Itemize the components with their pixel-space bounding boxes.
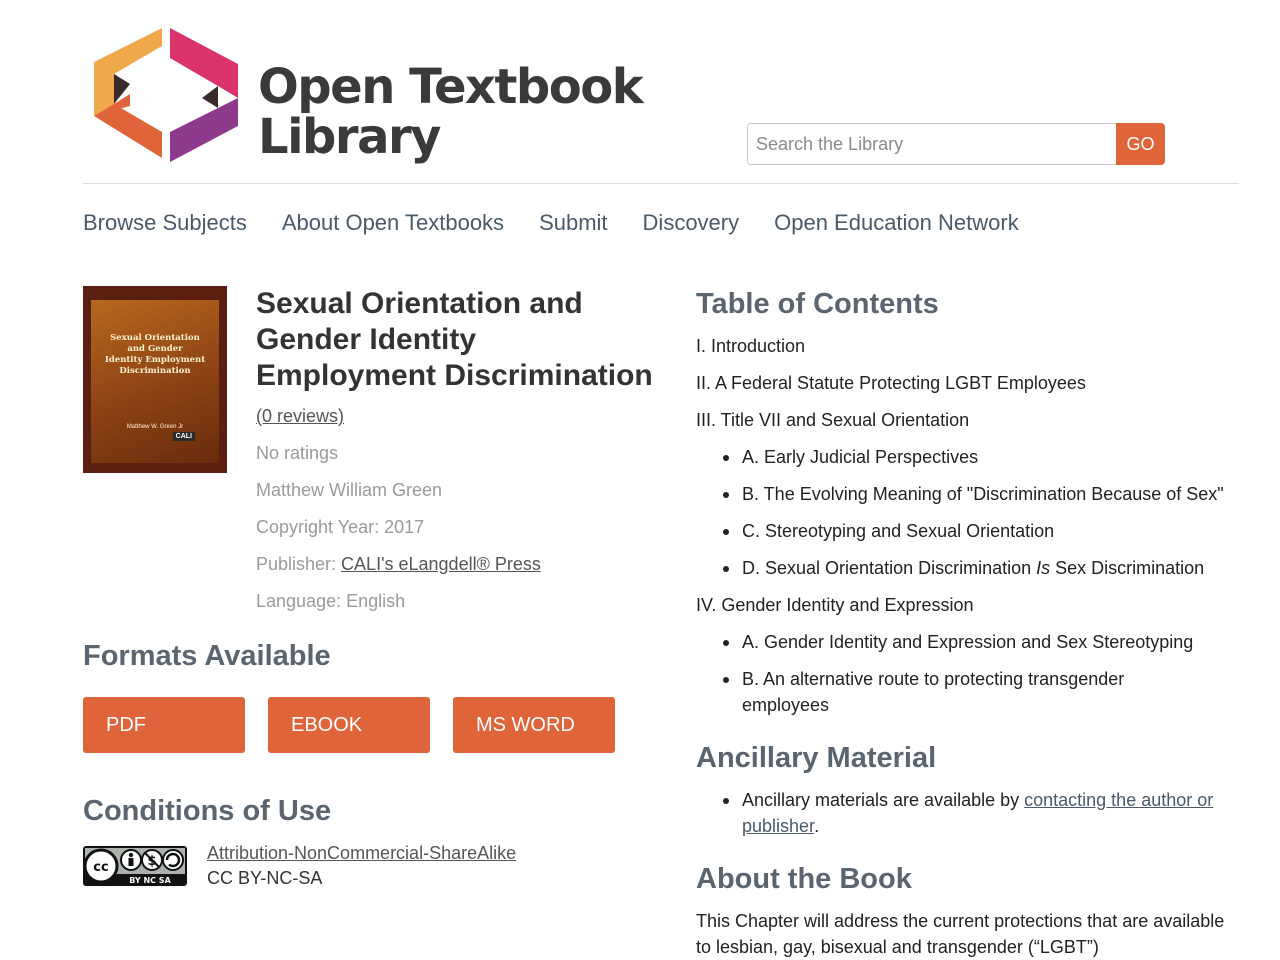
about-text: This Chapter will address the current pr… (696, 911, 1225, 957)
publisher-line: Publisher: CALI's eLangdell® Press (256, 554, 541, 575)
cc-by-nc-sa-badge-icon[interactable]: cc $ BY NC SA (83, 846, 187, 886)
toc-item: II. A Federal Statute Protecting LGBT Em… (696, 373, 1086, 393)
svg-text:BY NC SA: BY NC SA (129, 876, 171, 885)
ratings-text: No ratings (256, 443, 339, 463)
cover-title: Sexual Orientation and Gender Identity E… (104, 333, 206, 376)
toc-subitem: D. Sexual Orientation Discrimination Is … (723, 555, 1242, 581)
cover-author: Matthew W. Green Jr (126, 424, 184, 430)
format-ebook-button[interactable]: EBOOK (268, 697, 430, 753)
reviews-line: (0 reviews) (256, 406, 344, 427)
nav-submit[interactable]: Submit (539, 208, 607, 238)
toc-subitem: B. The Evolving Meaning of "Discriminati… (723, 481, 1242, 507)
cover-publisher-mark: CALI (172, 432, 195, 441)
publisher-label: Publisher: (256, 554, 342, 574)
toc-subitem: B. An alternative route to protecting tr… (723, 666, 1182, 718)
conditions-heading: Conditions of Use (83, 795, 332, 827)
about-heading: About the Book (696, 863, 912, 895)
publisher-link[interactable]: CALI's eLangdell® Press (341, 554, 541, 574)
svg-text:cc: cc (93, 860, 108, 875)
format-msword-button[interactable]: MS WORD (453, 697, 615, 753)
language-text: Language: English (256, 591, 406, 611)
nav-browse-subjects[interactable]: Browse Subjects (83, 208, 247, 238)
toc-subitem: A. Gender Identity and Expression and Se… (723, 629, 1242, 655)
search-form: GO (747, 123, 1165, 165)
book-title: Sexual Orientation and Gender Identity E… (256, 287, 653, 392)
toc-subitem: C. Stereotyping and Sexual Orientation (723, 518, 1242, 544)
toc-heading: Table of Contents (696, 288, 939, 320)
brand-line-2: Library (258, 109, 441, 165)
header-divider (83, 183, 1239, 184)
author-text: Matthew William Green (256, 480, 443, 500)
license-code: CC BY-NC-SA (207, 868, 323, 888)
toc-subitem: A. Early Judicial Perspectives (723, 444, 1242, 470)
format-pdf-button[interactable]: PDF (83, 697, 245, 753)
license-link[interactable]: Attribution-NonCommercial-ShareAlike (207, 843, 516, 864)
reviews-link[interactable]: (0 reviews) (256, 406, 344, 426)
toc-item: IV. Gender Identity and Expression (696, 595, 974, 615)
toc-item: I. Introduction (696, 336, 806, 356)
toc-item: III. Title VII and Sexual Orientation (696, 410, 970, 430)
nav-about-open-textbooks[interactable]: About Open Textbooks (282, 208, 504, 238)
brand-line-1: Open Textbook (258, 59, 644, 115)
ancillary-item: Ancillary materials are available by con… (723, 787, 1242, 839)
open-textbook-library-logo-icon[interactable] (90, 28, 242, 162)
formats-heading: Formats Available (83, 640, 331, 672)
nav-discovery[interactable]: Discovery (643, 208, 740, 238)
book-cover-image: Sexual Orientation and Gender Identity E… (83, 286, 227, 473)
main-nav: Browse Subjects About Open Textbooks Sub… (83, 208, 1019, 238)
nav-open-education-network[interactable]: Open Education Network (774, 208, 1019, 238)
brand-name[interactable]: Open Textbook Library (258, 59, 644, 165)
copyright-text: Copyright Year: 2017 (256, 517, 425, 537)
search-input[interactable] (747, 123, 1116, 165)
ancillary-heading: Ancillary Material (696, 742, 937, 774)
search-go-button[interactable]: GO (1116, 123, 1165, 165)
